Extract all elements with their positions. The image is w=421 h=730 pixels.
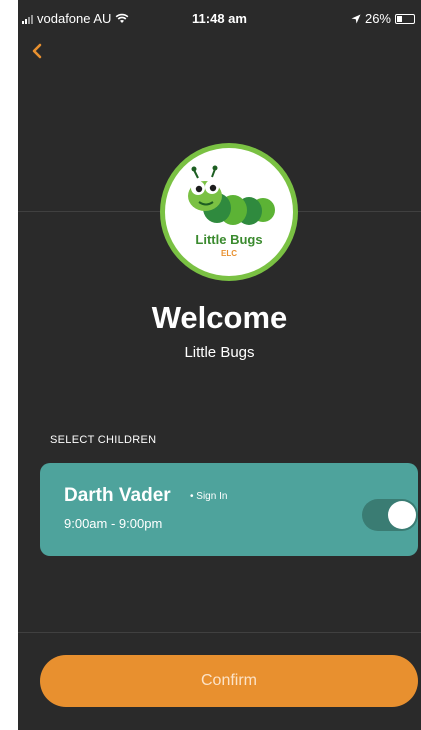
child-select-toggle[interactable]	[362, 499, 418, 531]
chevron-left-icon	[32, 43, 42, 59]
status-right: 26%	[351, 11, 415, 26]
logo-subtext: ELC	[221, 249, 237, 258]
child-card[interactable]: Darth Vader • Sign In 9:00am - 9:00pm	[40, 463, 418, 556]
select-children-label: SELECT CHILDREN	[50, 434, 157, 446]
logo-badge: Little Bugs ELC	[165, 148, 293, 276]
toggle-knob	[388, 501, 416, 529]
app-screen: vodafone AU 11:48 am 26% Little Bugs ELC…	[18, 0, 421, 730]
org-logo: Little Bugs ELC	[160, 143, 298, 281]
confirm-button[interactable]: Confirm	[40, 655, 418, 707]
child-name: Darth Vader	[64, 485, 171, 506]
footer-divider	[18, 632, 421, 633]
logo-text: Little Bugs	[195, 232, 263, 247]
back-button[interactable]	[30, 38, 60, 68]
battery-percent: 26%	[364, 11, 391, 26]
child-action-label: • Sign In	[190, 491, 228, 502]
welcome-title: Welcome	[151, 300, 288, 335]
status-bar: vodafone AU 11:48 am 26%	[18, 0, 421, 36]
org-name: Little Bugs	[184, 344, 255, 361]
location-arrow-icon	[351, 14, 361, 23]
child-hours: 9:00am - 9:00pm	[64, 516, 163, 531]
battery-icon	[395, 13, 415, 24]
